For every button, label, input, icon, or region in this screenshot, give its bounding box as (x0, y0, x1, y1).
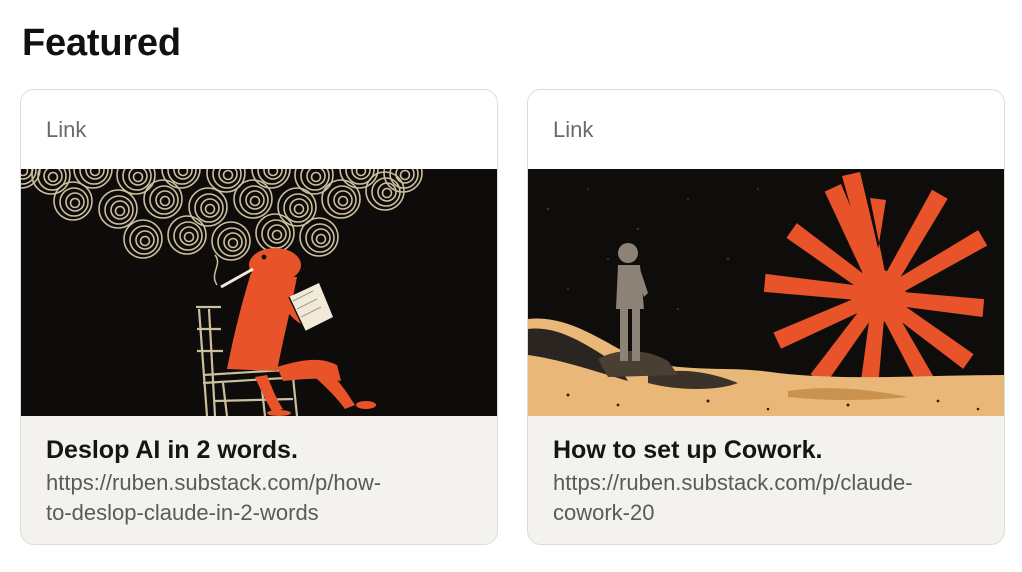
card-title[interactable]: How to set up Cowork. (553, 434, 979, 466)
card-body: Deslop AI in 2 words. https://ruben.subs… (21, 416, 497, 528)
child-watching-orange-sunburst-illustration[interactable] (528, 169, 1004, 416)
card-body: How to set up Cowork. https://ruben.subs… (528, 416, 1004, 528)
card-url[interactable]: https://ruben.substack.com/p/claude- cow… (553, 468, 963, 528)
card-url-line: https://ruben.substack.com/p/how- (46, 470, 382, 495)
card-type-label: Link (553, 117, 594, 142)
card-url-line: cowork-20 (553, 500, 655, 525)
frog-reading-smoking-illustration[interactable] (21, 169, 497, 416)
card-url-line: to-deslop-claude-in-2-words (46, 500, 319, 525)
card-url-line: https://ruben.substack.com/p/claude- (553, 470, 913, 495)
card-type-label: Link (46, 117, 87, 142)
featured-card-deslop[interactable]: Link Deslop AI in 2 words. https://ruben… (20, 89, 498, 545)
card-header: Link (528, 90, 1004, 169)
card-url[interactable]: https://ruben.substack.com/p/how- to-des… (46, 468, 456, 528)
featured-card-cowork[interactable]: Link How to set up Cowork. https://ruben… (527, 89, 1005, 545)
section-title: Featured (22, 22, 181, 64)
card-header: Link (21, 90, 497, 169)
card-title[interactable]: Deslop AI in 2 words. (46, 434, 472, 466)
